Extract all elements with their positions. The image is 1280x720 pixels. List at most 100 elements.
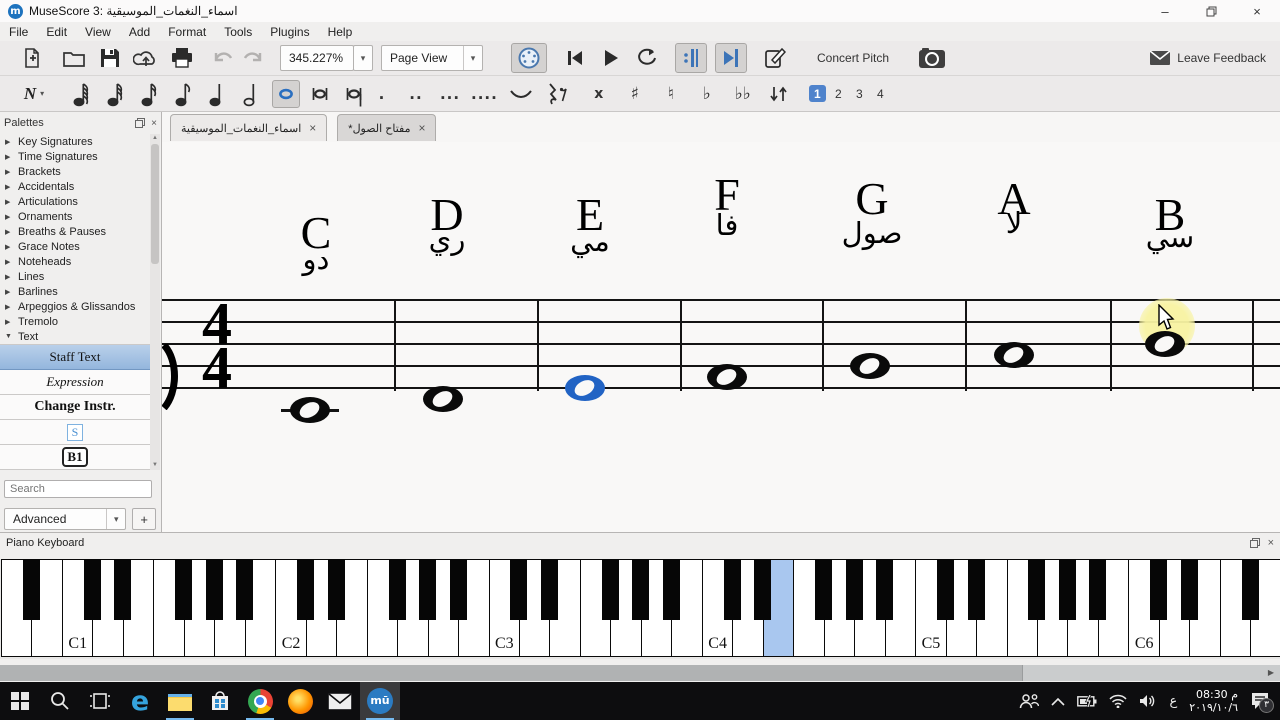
palette-item[interactable]: ▶Articulations: [0, 194, 150, 209]
note-solfege-label[interactable]: دو: [303, 242, 330, 276]
time-signature-denominator[interactable]: 4: [190, 345, 244, 391]
piano-key-C#6[interactable]: [1150, 559, 1167, 620]
voice-2-button[interactable]: 2: [830, 85, 847, 102]
flip-direction-button[interactable]: [765, 80, 793, 108]
piano-key-F#6[interactable]: [1242, 559, 1259, 620]
text-palette-cell[interactable]: S: [0, 420, 150, 445]
view-mode-combobox[interactable]: Page View ▾: [381, 45, 483, 71]
note-solfege-label[interactable]: مي: [570, 224, 610, 258]
menu-plugins[interactable]: Plugins: [261, 24, 318, 40]
open-button[interactable]: [60, 44, 88, 72]
firefox-button[interactable]: [280, 682, 320, 720]
chrome-button[interactable]: [240, 682, 280, 720]
document-tab[interactable]: اسماء_النغمات_الموسيقية×: [170, 114, 327, 141]
tie-button[interactable]: [507, 80, 535, 108]
action-center-button[interactable]: ٣: [1250, 692, 1270, 710]
augmentation-dot-button[interactable]: .: [368, 80, 396, 108]
piano-key-C#5[interactable]: [937, 559, 954, 620]
64th-note-button[interactable]: [68, 80, 96, 108]
whole-note-C[interactable]: [290, 397, 330, 423]
palette-item[interactable]: ▶Accidentals: [0, 179, 150, 194]
piano-key-G#4[interactable]: [846, 559, 863, 620]
triple-augmentation-dot-button[interactable]: ...: [436, 80, 464, 108]
volume-icon[interactable]: [1139, 694, 1157, 708]
text-palette-cell[interactable]: Expression: [0, 370, 150, 395]
whole-note-button[interactable]: [272, 80, 300, 108]
close-panel-icon[interactable]: ×: [151, 118, 157, 129]
musescore-taskbar-button[interactable]: mū: [360, 682, 400, 720]
note-solfege-label[interactable]: سي: [1146, 220, 1194, 254]
quarter-note-button[interactable]: [204, 80, 232, 108]
palette-item[interactable]: ▶Tremolo: [0, 314, 150, 329]
whole-note-A[interactable]: [994, 342, 1034, 368]
zoom-combobox[interactable]: 345.227%: [280, 45, 354, 71]
palette-filter-combobox[interactable]: Advanced ▾: [4, 508, 126, 530]
longa-note-button[interactable]: [340, 80, 368, 108]
close-button[interactable]: ×: [1234, 0, 1280, 22]
piano-key-D#6[interactable]: [1181, 559, 1198, 620]
show-hidden-icons-chevron[interactable]: [1051, 697, 1065, 706]
piano-key-D#2[interactable]: [328, 559, 345, 620]
palette-item[interactable]: ▶Grace Notes: [0, 239, 150, 254]
print-button[interactable]: [168, 44, 196, 72]
whole-note-B[interactable]: [1145, 331, 1185, 357]
piano-key-A#2[interactable]: [450, 559, 467, 620]
double-flat-button[interactable]: ♭♭: [729, 80, 757, 108]
whole-note-E[interactable]: [565, 375, 605, 401]
piano-key-G#5[interactable]: [1059, 559, 1076, 620]
natural-button[interactable]: ♮: [657, 80, 685, 108]
flat-button[interactable]: ♭: [693, 80, 721, 108]
piano-horizontal-scrollbar[interactable]: ▶: [0, 665, 1280, 681]
whole-note-G[interactable]: [850, 353, 890, 379]
voice-1-button[interactable]: 1: [809, 85, 826, 102]
palette-item[interactable]: ▶Brackets: [0, 164, 150, 179]
microsoft-store-button[interactable]: [200, 682, 240, 720]
tab-close-icon[interactable]: ×: [309, 121, 316, 135]
palette-search-input[interactable]: [4, 480, 152, 498]
palette-item[interactable]: ▶Key Signatures: [0, 134, 150, 149]
language-indicator[interactable]: ع: [1169, 694, 1177, 709]
menu-format[interactable]: Format: [159, 24, 215, 40]
scroll-up-icon[interactable]: ▲: [150, 134, 160, 143]
piano-key-C#3[interactable]: [510, 559, 527, 620]
piano-key-D#1[interactable]: [114, 559, 131, 620]
score-canvas[interactable]: 44CدوDريEميFفاGصولAلاBسي: [162, 142, 1280, 532]
whole-note-F[interactable]: [707, 364, 747, 390]
32nd-note-button[interactable]: [102, 80, 130, 108]
menu-add[interactable]: Add: [120, 24, 159, 40]
piano-key-D#3[interactable]: [541, 559, 558, 620]
menu-view[interactable]: View: [76, 24, 120, 40]
piano-key-A#3[interactable]: [663, 559, 680, 620]
redo-button[interactable]: [238, 44, 266, 72]
piano-key-C#2[interactable]: [297, 559, 314, 620]
concert-pitch-toggle[interactable]: Concert Pitch: [817, 51, 889, 65]
text-palette-cell[interactable]: Staff Text: [0, 345, 150, 370]
half-note-button[interactable]: [238, 80, 266, 108]
file-explorer-button[interactable]: [160, 682, 200, 720]
edit-mode-button[interactable]: [761, 44, 789, 72]
rewind-button[interactable]: [561, 44, 589, 72]
restore-button[interactable]: [1188, 0, 1234, 22]
image-capture-button[interactable]: [917, 44, 947, 72]
piano-key-A#5[interactable]: [1089, 559, 1106, 620]
scroll-down-icon[interactable]: ▼: [150, 461, 160, 470]
float-panel-icon[interactable]: [135, 118, 145, 128]
piano-key-F#3[interactable]: [602, 559, 619, 620]
note-solfege-label[interactable]: فا: [716, 208, 739, 242]
palette-item[interactable]: ▶Noteheads: [0, 254, 150, 269]
tab-close-icon[interactable]: ×: [418, 121, 425, 135]
quadruple-augmentation-dot-button[interactable]: ....: [470, 80, 499, 108]
document-tab[interactable]: *مفتاح الصول×: [337, 114, 436, 141]
piano-key-D#5[interactable]: [968, 559, 985, 620]
undo-button[interactable]: [210, 44, 238, 72]
float-panel-icon[interactable]: [1250, 538, 1260, 548]
note-input-mode-button[interactable]: N ▾: [14, 80, 54, 108]
palette-item[interactable]: ▶Arpeggios & Glissandos: [0, 299, 150, 314]
palette-item[interactable]: ▶Breaths & Pauses: [0, 224, 150, 239]
16th-note-button[interactable]: [136, 80, 164, 108]
pan-score-toggle[interactable]: [715, 43, 747, 73]
people-icon[interactable]: [1019, 693, 1039, 709]
menu-edit[interactable]: Edit: [37, 24, 76, 40]
double-sharp-button[interactable]: x: [585, 80, 613, 108]
minimize-button[interactable]: –: [1142, 0, 1188, 22]
